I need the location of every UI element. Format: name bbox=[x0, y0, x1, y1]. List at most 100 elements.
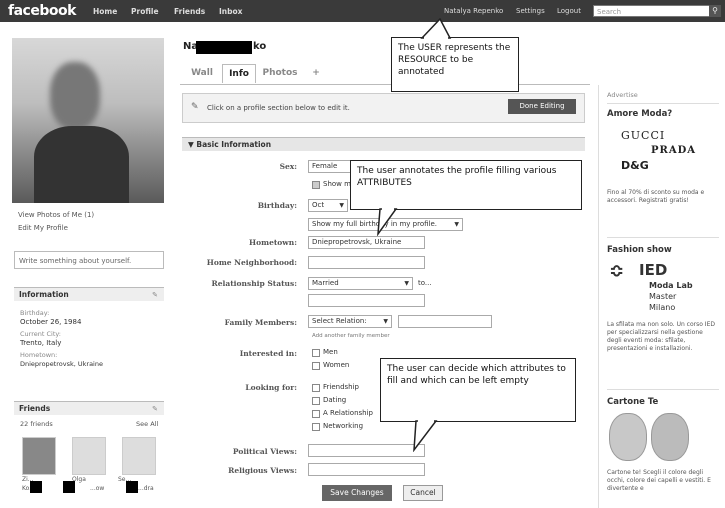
ad2-text: La sfilata ma non solo. Un corso IED per… bbox=[607, 321, 715, 352]
top-bar: facebook Home Profile Friends Inbox Nata… bbox=[0, 0, 725, 22]
callout-user: The USER represents the RESOURCE to be a… bbox=[391, 37, 519, 92]
nav-inbox[interactable]: Inbox bbox=[219, 7, 243, 16]
edit-profile-link[interactable]: Edit My Profile bbox=[18, 224, 68, 232]
neighborhood-label: Home Neighborhood: bbox=[206, 258, 297, 267]
looking-dating-label: Dating bbox=[323, 396, 347, 404]
advertise-link[interactable]: Advertise bbox=[607, 91, 638, 99]
dropdown-arrow-icon: ▼ bbox=[339, 202, 344, 209]
ad2-title[interactable]: Fashion show bbox=[607, 245, 672, 255]
friends-header: Friends ✎ bbox=[14, 401, 164, 415]
write-about-box[interactable]: Write something about yourself. bbox=[14, 251, 164, 269]
family-label: Family Members: bbox=[224, 318, 297, 327]
hometown-label: Hometown: bbox=[249, 238, 297, 247]
add-family-link[interactable]: Add another family member bbox=[312, 333, 390, 339]
nav-home[interactable]: Home bbox=[93, 7, 117, 16]
neighborhood-input[interactable] bbox=[308, 256, 425, 269]
callout-attributes-pointer bbox=[377, 208, 398, 236]
tab-wall[interactable]: Wall bbox=[186, 64, 218, 82]
sex-value: Female bbox=[312, 162, 338, 170]
settings-link[interactable]: Settings bbox=[516, 7, 545, 15]
pencil-icon: ✎ bbox=[191, 102, 199, 112]
political-input[interactable] bbox=[308, 444, 425, 457]
basic-information-header[interactable]: ▼ Basic Information bbox=[182, 137, 585, 151]
information-title: Information bbox=[19, 290, 69, 299]
dropdown-arrow-icon: ▼ bbox=[454, 221, 459, 228]
save-changes-button[interactable]: Save Changes bbox=[322, 485, 392, 501]
redaction-block bbox=[196, 41, 252, 54]
redaction-block bbox=[63, 481, 75, 493]
looking-label: Looking for: bbox=[245, 383, 297, 392]
relationship-to-label: to... bbox=[418, 279, 432, 287]
relationship-partner-input[interactable] bbox=[308, 294, 425, 307]
cartoon-face-image bbox=[609, 413, 647, 461]
birthday-value: October 26, 1984 bbox=[20, 318, 82, 326]
logout-link[interactable]: Logout bbox=[557, 7, 581, 15]
birthday-month-select[interactable]: Oct ▼ bbox=[308, 199, 348, 212]
relationship-select[interactable]: Married ▼ bbox=[308, 277, 413, 290]
family-member-input[interactable] bbox=[398, 315, 492, 328]
dropdown-arrow-icon: ▼ bbox=[383, 318, 388, 325]
looking-networking-checkbox[interactable] bbox=[312, 423, 320, 431]
friends-title: Friends bbox=[19, 404, 51, 413]
city-value: Trento, Italy bbox=[20, 339, 62, 347]
friend-name[interactable]: ...ow bbox=[90, 485, 104, 492]
hometown-input[interactable]: Dniepropetrovsk, Ukraine bbox=[308, 236, 425, 249]
looking-networking-label: Networking bbox=[323, 422, 364, 430]
friend-avatar[interactable] bbox=[122, 437, 156, 475]
looking-friendship-checkbox[interactable] bbox=[312, 384, 320, 392]
tab-photos[interactable]: Photos bbox=[258, 64, 302, 82]
relationship-label: Relationship Status: bbox=[211, 279, 297, 288]
done-editing-button[interactable]: Done Editing bbox=[508, 99, 576, 114]
facebook-logo[interactable]: facebook bbox=[8, 3, 76, 19]
interested-men-checkbox[interactable] bbox=[312, 349, 320, 357]
divider bbox=[607, 389, 719, 390]
ad3-text: Cartone te! Scegli il colore degli occhi… bbox=[607, 469, 711, 492]
birthday-month-value: Oct bbox=[312, 201, 325, 209]
sex-label: Sex: bbox=[279, 162, 297, 171]
cancel-button[interactable]: Cancel bbox=[403, 485, 443, 501]
callout-decide: The user can decide which attributes to … bbox=[380, 358, 576, 422]
dg-logo: D&G bbox=[621, 159, 649, 172]
ied-line2: Master bbox=[649, 292, 677, 301]
blurred-face bbox=[50, 62, 100, 130]
pencil-icon[interactable]: ✎ bbox=[152, 402, 158, 416]
redaction-block bbox=[126, 481, 138, 493]
religious-input[interactable] bbox=[308, 463, 425, 476]
ad1-title[interactable]: Amore Moda? bbox=[607, 109, 672, 119]
nav-friends[interactable]: Friends bbox=[174, 7, 205, 16]
user-name-link[interactable]: Natalya Repenko bbox=[444, 7, 503, 15]
looking-friendship-label: Friendship bbox=[323, 383, 359, 391]
see-all-link[interactable]: See All bbox=[136, 420, 158, 428]
callout-user-pointer bbox=[420, 18, 452, 39]
friend-name[interactable]: ...dra bbox=[138, 485, 154, 492]
view-photos-link[interactable]: View Photos of Me (1) bbox=[18, 211, 94, 219]
looking-dating-checkbox[interactable] bbox=[312, 397, 320, 405]
birthday-visibility-value: Show my full birthday in my profile. bbox=[312, 220, 437, 228]
political-label: Political Views: bbox=[232, 447, 297, 456]
friend-avatar[interactable] bbox=[72, 437, 106, 475]
information-header: Information ✎ bbox=[14, 287, 164, 301]
tab-info[interactable]: Info bbox=[222, 64, 256, 83]
ad3-title[interactable]: Cartone Te bbox=[607, 397, 658, 407]
religious-label: Religious Views: bbox=[228, 466, 297, 475]
tab-add[interactable]: + bbox=[306, 64, 326, 82]
section-title: Basic Information bbox=[196, 140, 272, 149]
search-input[interactable]: Search bbox=[593, 5, 711, 17]
interested-women-checkbox[interactable] bbox=[312, 362, 320, 370]
profile-photo[interactable] bbox=[12, 38, 164, 203]
search-icon[interactable]: ⚲ bbox=[709, 5, 721, 17]
family-relation-select[interactable]: Select Relation: ▼ bbox=[308, 315, 392, 328]
profile-name-end: ko bbox=[253, 41, 267, 52]
looking-relationship-label: A Relationship bbox=[323, 409, 373, 417]
redaction-block bbox=[30, 481, 42, 493]
looking-relationship-checkbox[interactable] bbox=[312, 410, 320, 418]
hometown-value: Dniepropetrovsk, Ukraine bbox=[20, 360, 103, 368]
show-sex-checkbox[interactable] bbox=[312, 181, 320, 189]
ied-line3: Milano bbox=[649, 303, 676, 312]
hometown-label: Hometown: bbox=[20, 351, 58, 359]
pencil-icon[interactable]: ✎ bbox=[152, 288, 158, 302]
nav-profile[interactable]: Profile bbox=[131, 7, 159, 16]
friend-avatar[interactable] bbox=[22, 437, 56, 475]
ied-line1: Moda Lab bbox=[649, 281, 693, 290]
tab-divider bbox=[180, 84, 590, 85]
